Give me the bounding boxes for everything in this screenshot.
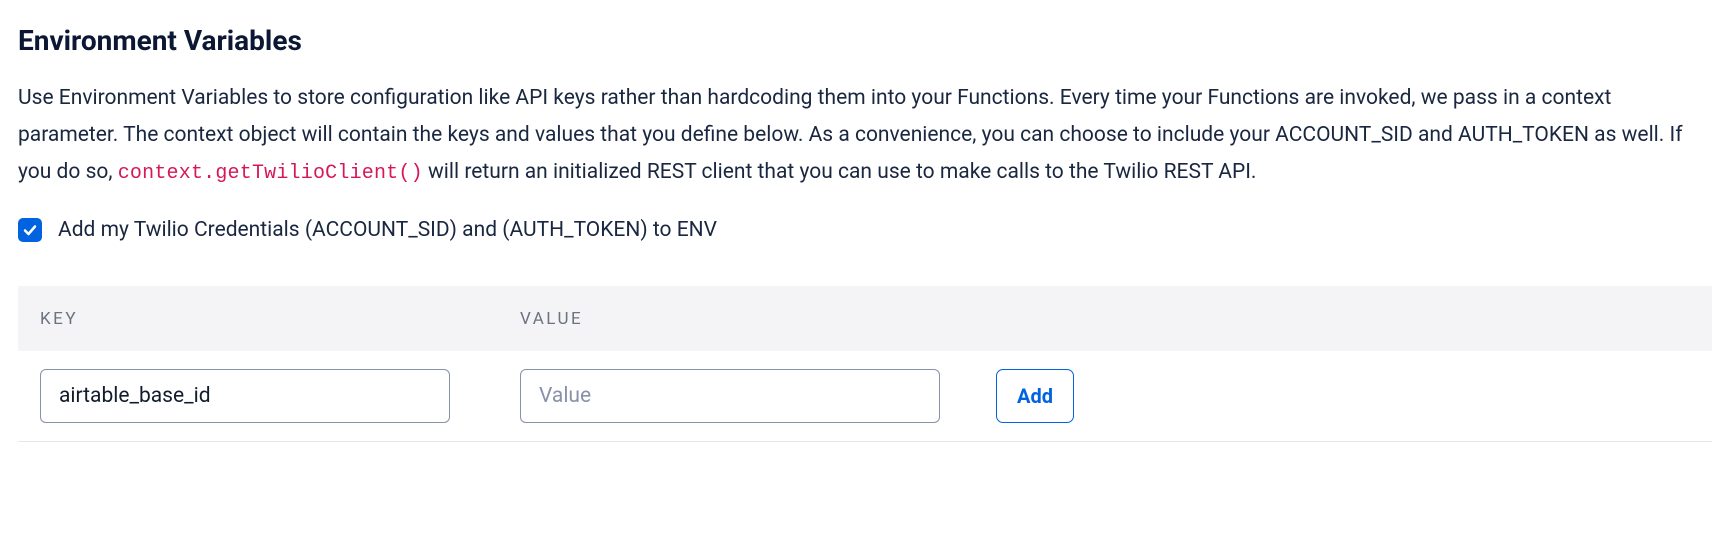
env-table-header: KEY VALUE [18,286,1712,351]
section-description: Use Environment Variables to store confi… [18,80,1708,191]
credentials-checkbox-label: Add my Twilio Credentials (ACCOUNT_SID) … [58,215,717,247]
env-table-row: Add [18,351,1712,442]
description-code: context.getTwilioClient() [118,162,423,185]
section-heading: Environment Variables [18,20,1712,62]
add-button[interactable]: Add [996,369,1074,423]
env-key-input[interactable] [40,369,450,423]
description-text-2: will return an initialized REST client t… [428,160,1256,184]
env-value-input[interactable] [520,369,940,423]
check-icon [22,222,38,238]
column-header-value: VALUE [520,309,583,329]
column-header-key: KEY [40,309,78,329]
credentials-checkbox[interactable] [18,218,42,242]
credentials-checkbox-row: Add my Twilio Credentials (ACCOUNT_SID) … [18,215,1712,247]
